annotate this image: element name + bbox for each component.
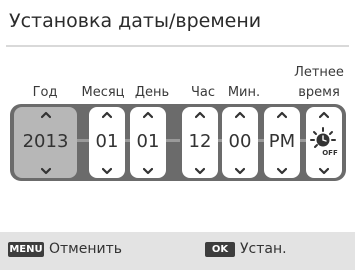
- minute-spinner[interactable]: 00: [222, 107, 258, 178]
- chevron-down-icon[interactable]: [143, 166, 153, 176]
- dst-off-icon: OFF: [310, 127, 338, 157]
- chevron-down-icon[interactable]: [277, 166, 287, 176]
- ok-key-icon[interactable]: OK: [205, 242, 235, 257]
- dst-label-line1: Летнее: [294, 65, 344, 80]
- date-time-setup-screen: Установка даты/времени Год Месяц День Ча…: [0, 0, 355, 270]
- chevron-down-icon[interactable]: [195, 166, 205, 176]
- chevron-up-icon[interactable]: [143, 110, 153, 120]
- page-title: Установка даты/времени: [9, 10, 262, 32]
- chevron-down-icon[interactable]: [102, 166, 112, 176]
- hour-value: 12: [188, 131, 212, 152]
- joiner: [166, 139, 180, 142]
- title-divider: [6, 45, 349, 47]
- hour-spinner[interactable]: 12: [182, 107, 218, 178]
- set-label[interactable]: Устан.: [240, 240, 287, 258]
- minute-label: Мин.: [227, 85, 261, 100]
- ampm-spinner[interactable]: PM: [264, 107, 300, 178]
- chevron-up-icon[interactable]: [102, 110, 112, 120]
- dst-off-text: OFF: [322, 149, 338, 157]
- cancel-label[interactable]: Отменить: [49, 240, 122, 258]
- chevron-down-icon[interactable]: [235, 166, 245, 176]
- chevron-down-icon[interactable]: [319, 166, 329, 176]
- dst-spinner[interactable]: OFF: [306, 107, 342, 178]
- month-label: Месяц: [81, 85, 125, 100]
- day-value: 01: [136, 131, 160, 152]
- chevron-up-icon[interactable]: [235, 110, 245, 120]
- footer-bar: MENU Отменить OK Устан.: [0, 232, 355, 270]
- ampm-value: PM: [268, 131, 296, 152]
- chevron-up-icon[interactable]: [40, 110, 51, 120]
- year-value: 2013: [22, 131, 69, 152]
- chevron-down-icon[interactable]: [40, 166, 51, 176]
- day-label: День: [134, 85, 170, 100]
- joiner: [77, 139, 89, 142]
- chevron-up-icon[interactable]: [319, 110, 329, 120]
- day-spinner[interactable]: 01: [130, 107, 166, 178]
- month-value: 01: [95, 131, 119, 152]
- chevron-up-icon[interactable]: [195, 110, 205, 120]
- chevron-up-icon[interactable]: [277, 110, 287, 120]
- dst-label-line2: время: [298, 85, 340, 100]
- minute-value: 00: [228, 131, 252, 152]
- menu-key-icon[interactable]: MENU: [8, 242, 44, 257]
- hour-label: Час: [190, 85, 216, 100]
- year-label: Год: [32, 85, 58, 100]
- month-spinner[interactable]: 01: [89, 107, 125, 178]
- year-spinner[interactable]: 2013: [14, 107, 77, 178]
